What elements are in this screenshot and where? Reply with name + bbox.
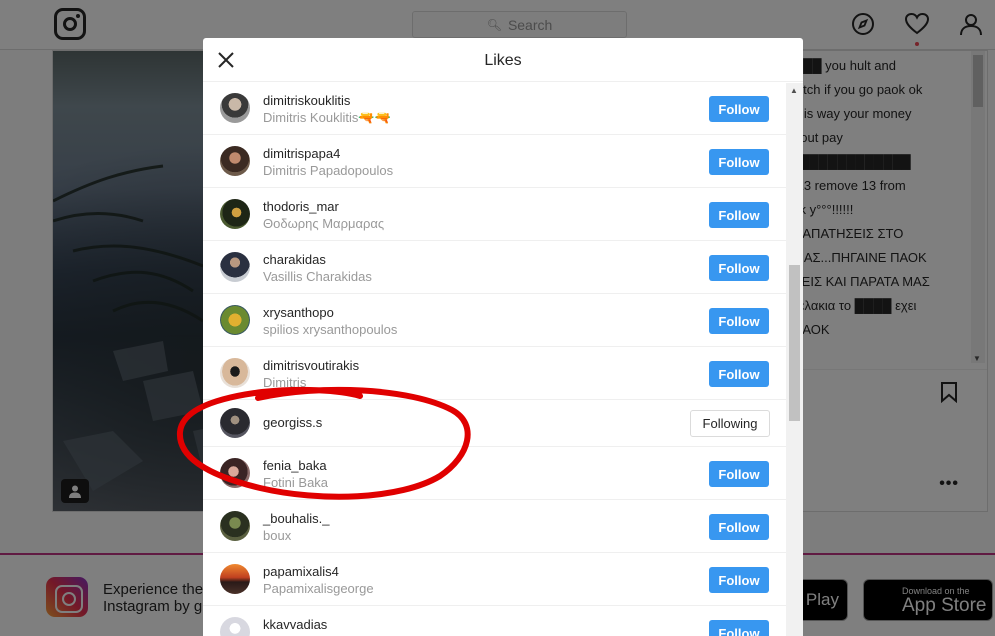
avatar[interactable]	[220, 199, 250, 229]
follow-button[interactable]: Follow	[709, 149, 769, 175]
list-item[interactable]: thodoris_mar Θοδωρης Μαρμαρας Follow	[203, 188, 786, 241]
list-item[interactable]: dimitriskouklitis Dimitris Kouklitis🔫🔫 F…	[203, 83, 786, 135]
avatar[interactable]	[220, 146, 250, 176]
avatar[interactable]	[220, 617, 250, 636]
follow-button[interactable]: Follow	[709, 567, 769, 593]
follow-button[interactable]: Follow	[709, 361, 769, 387]
full-name: Papamixalisgeorge	[263, 581, 374, 596]
full-name: Dimitris Kouklitis🔫🔫	[263, 110, 391, 125]
username[interactable]: fenia_baka	[263, 458, 663, 474]
avatar[interactable]	[220, 305, 250, 335]
username[interactable]: papamixalis4	[263, 564, 663, 580]
list-item[interactable]: xrysanthopo spilios xrysanthopoulos Foll…	[203, 294, 786, 347]
full-name: Dimitris	[263, 375, 307, 390]
following-button[interactable]: Following	[690, 410, 770, 437]
username[interactable]: kkavvadias	[263, 617, 663, 633]
follow-button[interactable]: Follow	[709, 96, 769, 122]
username[interactable]: xrysanthopo	[263, 305, 663, 321]
username[interactable]: dimitriskouklitis	[263, 93, 663, 109]
username[interactable]: dimitrisvoutirakis	[263, 358, 663, 374]
avatar[interactable]	[220, 458, 250, 488]
likes-modal: Likes dimitriskouklitis Dimitris Kouklit…	[203, 38, 803, 636]
modal-header: Likes	[203, 38, 803, 82]
list-item[interactable]: papamixalis4 Papamixalisgeorge Follow	[203, 553, 786, 606]
list-item[interactable]: georgiss.s Following	[203, 400, 786, 447]
list-item[interactable]: dimitrisvoutirakis Dimitris Follow	[203, 347, 786, 400]
avatar[interactable]	[220, 252, 250, 282]
list-item[interactable]: _bouhalis._ boux Follow	[203, 500, 786, 553]
avatar[interactable]	[220, 358, 250, 388]
username[interactable]: charakidas	[263, 252, 663, 268]
full-name: Vasillis Charakidas	[263, 269, 372, 284]
scroll-up-arrow-icon[interactable]: ▲	[790, 86, 798, 95]
modal-title: Likes	[484, 52, 522, 69]
username[interactable]: dimitrispapa4	[263, 146, 663, 162]
list-item[interactable]: dimitrispapa4 Dimitris Papadopoulos Foll…	[203, 135, 786, 188]
full-name: spilios xrysanthopoulos	[263, 322, 398, 337]
username[interactable]: georgiss.s	[263, 415, 663, 431]
list-item[interactable]: charakidas Vasillis Charakidas Follow	[203, 241, 786, 294]
list-item[interactable]: fenia_baka Fotini Baka Follow	[203, 447, 786, 500]
full-name: boux	[263, 528, 292, 543]
full-name: Θοδωρης Μαρμαρας	[263, 216, 385, 231]
likes-list[interactable]: dimitriskouklitis Dimitris Kouklitis🔫🔫 F…	[203, 83, 786, 636]
follow-button[interactable]: Follow	[709, 202, 769, 228]
username[interactable]: thodoris_mar	[263, 199, 663, 215]
likes-scrollbar-thumb[interactable]	[789, 265, 800, 421]
likes-scrollbar[interactable]: ▲	[786, 83, 803, 636]
follow-button[interactable]: Follow	[709, 514, 769, 540]
list-item[interactable]: kkavvadias Follow	[203, 606, 786, 636]
follow-button[interactable]: Follow	[709, 255, 769, 281]
avatar[interactable]	[220, 408, 250, 438]
avatar[interactable]	[220, 564, 250, 594]
follow-button[interactable]: Follow	[709, 620, 769, 636]
avatar[interactable]	[220, 93, 250, 123]
follow-button[interactable]: Follow	[709, 461, 769, 487]
follow-button[interactable]: Follow	[709, 308, 769, 334]
full-name: Dimitris Papadopoulos	[263, 163, 394, 178]
avatar[interactable]	[220, 511, 250, 541]
username[interactable]: _bouhalis._	[263, 511, 663, 527]
full-name: Fotini Baka	[263, 475, 329, 490]
